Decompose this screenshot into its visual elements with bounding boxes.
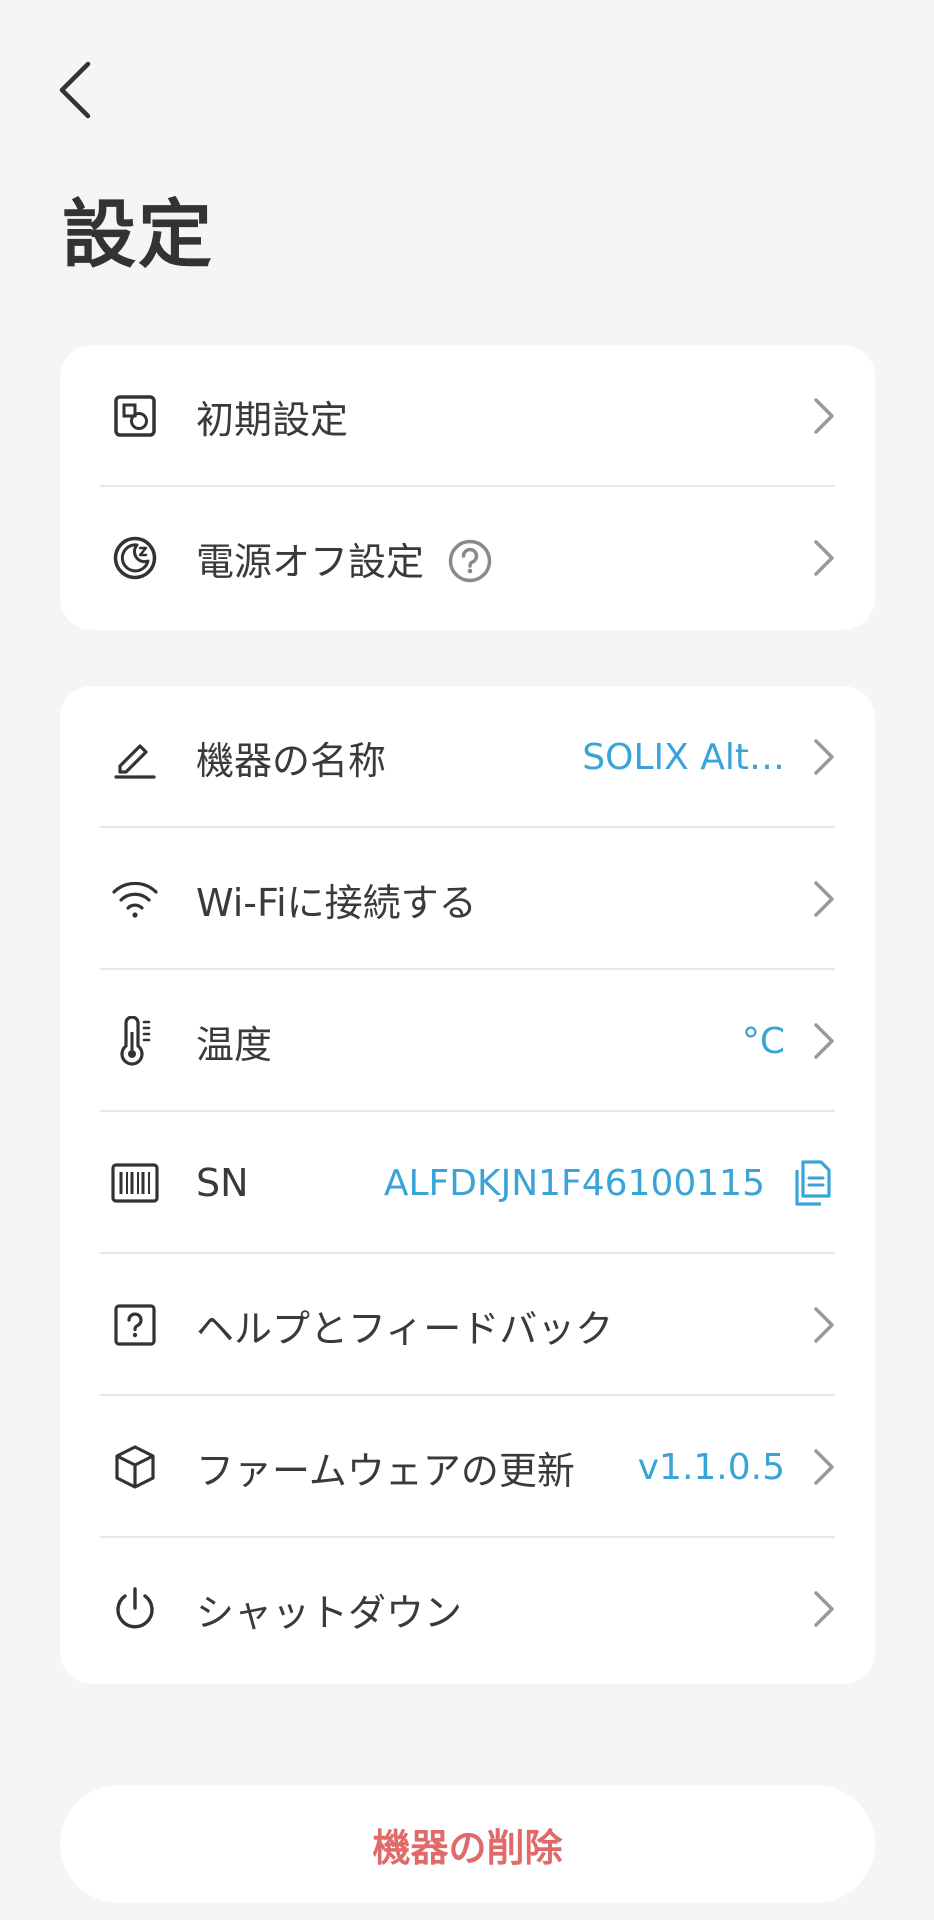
chevron-right-icon — [799, 532, 835, 584]
chevron-right-icon — [799, 873, 835, 925]
chevron-right-icon — [799, 390, 835, 442]
row-temperature[interactable]: 温度 °C — [100, 970, 835, 1112]
row-label: 電源オフ設定 — [196, 539, 425, 584]
row-label: 機器の名称 — [196, 738, 387, 783]
firmware-version-value: v1.1.0.5 — [637, 1446, 785, 1488]
chevron-left-icon — [59, 61, 91, 119]
delete-device-label: 機器の削除 — [372, 1825, 563, 1870]
row-label: ファームウェアの更新 — [196, 1448, 575, 1493]
row-device-name[interactable]: 機器の名称 SOLIX Alt… — [100, 686, 835, 828]
device-name-value: SOLIX Alt… — [582, 736, 785, 778]
row-help-feedback[interactable]: ヘルプとフィードバック — [100, 1254, 835, 1396]
row-shutdown[interactable]: シャットダウン — [100, 1538, 835, 1680]
settings-card-primary: 初期設定 電源オフ設定 — [60, 345, 875, 630]
settings-card-device: 機器の名称 SOLIX Alt… Wi-Fiに接続する 温度 °C SN ALF… — [60, 686, 875, 1684]
help-square-icon — [104, 1294, 166, 1356]
row-firmware-update[interactable]: ファームウェアの更新 v1.1.0.5 — [100, 1396, 835, 1538]
row-wifi[interactable]: Wi-Fiに接続する — [100, 828, 835, 970]
chevron-right-icon — [799, 1299, 835, 1351]
chevron-right-icon — [799, 731, 835, 783]
delete-device-button[interactable]: 機器の削除 — [60, 1785, 875, 1903]
wifi-icon — [104, 868, 166, 930]
chevron-right-icon — [799, 1015, 835, 1067]
row-label: SN — [196, 1161, 249, 1205]
temperature-unit-value: °C — [741, 1020, 785, 1062]
chevron-right-icon — [799, 1441, 835, 1493]
row-label: 温度 — [196, 1022, 273, 1067]
cube-icon — [104, 1436, 166, 1498]
page-title: 設定 — [62, 192, 214, 278]
row-label: 初期設定 — [196, 397, 349, 442]
power-icon — [104, 1578, 166, 1640]
row-power-off-settings[interactable]: 電源オフ設定 — [100, 487, 835, 629]
question-circle-icon[interactable] — [448, 539, 492, 583]
pencil-icon — [104, 726, 166, 788]
barcode-icon — [104, 1152, 166, 1214]
row-label: Wi-Fiに接続する — [196, 880, 477, 925]
thermometer-icon — [104, 1010, 166, 1072]
initial-setup-icon — [104, 385, 166, 447]
back-button[interactable] — [50, 55, 100, 125]
copy-icon[interactable] — [787, 1155, 835, 1211]
chevron-right-icon — [799, 1583, 835, 1635]
row-serial-number: SN ALFDKJN1F46100115 — [100, 1112, 835, 1254]
row-initial-setup[interactable]: 初期設定 — [100, 345, 835, 487]
power-off-timer-icon — [104, 527, 166, 589]
row-label: ヘルプとフィードバック — [196, 1306, 614, 1351]
row-label: シャットダウン — [196, 1590, 463, 1635]
serial-number-value: ALFDKJN1F46100115 — [383, 1162, 765, 1204]
